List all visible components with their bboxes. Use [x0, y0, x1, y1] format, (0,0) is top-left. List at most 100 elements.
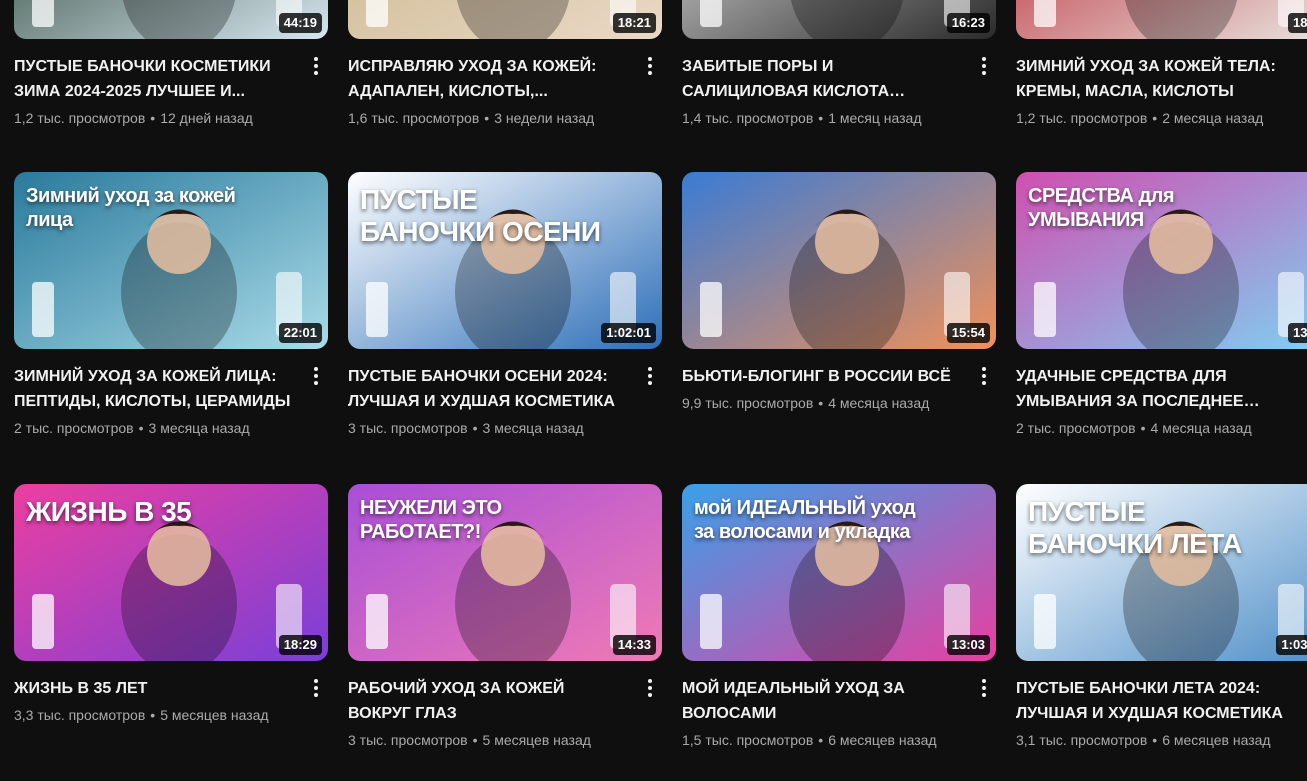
video-thumbnail[interactable]: ПУСТЫЕ БАНОЧКИ ЛЕТА 1:03:4: [1016, 484, 1307, 661]
view-count: 3 тыс. просмотров: [348, 420, 468, 436]
upload-age: 3 месяца назад: [482, 420, 584, 436]
video-card[interactable]: СРЕДСТВА для УМЫВАНИЯ 13:1 УДАЧНЫЕ СРЕДСТВ…: [1016, 172, 1307, 438]
video-title[interactable]: БЬЮТИ-БЛОГИНГ В РОССИИ ВСЁ: [682, 364, 964, 389]
video-grid: 44:19 ПУСТЫЕ БАНОЧКИ КОСМЕТИКИ ЗИМА 2024-…: [0, 0, 1307, 781]
video-card[interactable]: 18:2 ЗИМНИЙ УХОД ЗА КОЖЕЙ ТЕЛА: кремы, ма…: [1016, 0, 1307, 128]
more-vert-icon[interactable]: [638, 364, 662, 388]
video-title[interactable]: РАБОЧИЙ УХОД ЗА КОЖЕЙ ВОКРУГ ГЛАЗ: [348, 676, 630, 726]
video-card[interactable]: мой ИДЕАЛЬНЫЙ уход за волосами и укладка…: [682, 484, 996, 750]
view-count: 1,2 тыс. просмотров: [14, 110, 146, 126]
video-details: МОЙ ИДЕАЛЬНЫЙ УХОД ЗА ВОЛОСАМИ 1,5 тыс. п…: [682, 661, 996, 750]
video-title[interactable]: ИСПРАВЛЯЮ УХОД ЗА КОЖЕЙ: АДАПАЛЕН, КИСЛО…: [348, 54, 630, 104]
video-details: ПУСТЫЕ БАНОЧКИ ЛЕТА 2024: ЛУЧШАЯ И ХУДША…: [1016, 661, 1307, 750]
separator-dot: •: [472, 420, 478, 436]
video-title[interactable]: ПУСТЫЕ БАНОЧКИ ОСЕНИ 2024: лучшая и худш…: [348, 364, 630, 414]
video-stats: 3 тыс. просмотров • 3 месяца назад: [348, 418, 630, 438]
view-count: 3 тыс. просмотров: [348, 732, 468, 748]
video-card[interactable]: 18:21 ИСПРАВЛЯЮ УХОД ЗА КОЖЕЙ: АДАПАЛЕН, …: [348, 0, 662, 128]
thumbnail-caption: мой ИДЕАЛЬНЫЙ уход за волосами и укладка: [694, 497, 916, 543]
view-count: 1,6 тыс. просмотров: [348, 110, 480, 126]
video-details: ЗИМНИЙ УХОД ЗА КОЖЕЙ ТЕЛА: кремы, масла,…: [1016, 39, 1307, 128]
video-card[interactable]: НЕУЖЕЛИ ЭТО РАБОТАЕТ?! 14:33 РАБОЧИЙ УХОД …: [348, 484, 662, 750]
view-count: 1,5 тыс. просмотров: [682, 732, 814, 748]
video-thumbnail[interactable]: ЖИЗНЬ В 35 18:29: [14, 484, 328, 661]
thumbnail-caption: ПУСТЫЕ БАНОЧКИ ЛЕТА: [1028, 496, 1242, 559]
video-title[interactable]: МОЙ ИДЕАЛЬНЫЙ УХОД ЗА ВОЛОСАМИ: [682, 676, 964, 726]
more-vert-icon[interactable]: [304, 676, 328, 700]
duration-badge: 18:2: [1287, 13, 1307, 33]
thumbnail-caption: СРЕДСТВА для УМЫВАНИЯ: [1028, 185, 1175, 231]
video-stats: 3,1 тыс. просмотров • 6 месяцев назад: [1016, 730, 1298, 750]
separator-dot: •: [818, 110, 824, 126]
video-details: ЗИМНИЙ УХОД ЗА КОЖЕЙ ЛИЦА: пептиды, кисл…: [14, 349, 328, 438]
video-thumbnail[interactable]: 16:23: [682, 0, 996, 39]
upload-age: 5 месяцев назад: [160, 707, 269, 723]
video-card[interactable]: 44:19 ПУСТЫЕ БАНОЧКИ КОСМЕТИКИ ЗИМА 2024-…: [14, 0, 328, 128]
more-vert-icon[interactable]: [972, 54, 996, 78]
more-vert-icon[interactable]: [304, 364, 328, 388]
duration-badge: 44:19: [278, 13, 322, 33]
more-vert-icon[interactable]: [638, 54, 662, 78]
video-title[interactable]: ПУСТЫЕ БАНОЧКИ ЛЕТА 2024: ЛУЧШАЯ И ХУДША…: [1016, 676, 1298, 726]
view-count: 3,3 тыс. просмотров: [14, 707, 146, 723]
view-count: 2 тыс. просмотров: [1016, 420, 1136, 436]
video-thumbnail[interactable]: 18:2: [1016, 0, 1307, 39]
more-vert-icon[interactable]: [304, 54, 328, 78]
upload-age: 4 месяца назад: [1150, 420, 1252, 436]
video-thumbnail[interactable]: 18:21: [348, 0, 662, 39]
duration-badge: 13:1: [1287, 323, 1307, 343]
duration-badge: 18:29: [278, 635, 322, 655]
thumbnail-caption: ЖИЗНЬ В 35: [26, 496, 192, 527]
video-card[interactable]: 15:54 БЬЮТИ-БЛОГИНГ В РОССИИ ВСЁ 9,9 тыс. …: [682, 172, 996, 413]
video-thumbnail[interactable]: мой ИДЕАЛЬНЫЙ уход за волосами и укладка…: [682, 484, 996, 661]
video-title[interactable]: ЗИМНИЙ УХОД ЗА КОЖЕЙ ТЕЛА: кремы, масла,…: [1016, 54, 1298, 104]
video-thumbnail[interactable]: 44:19: [14, 0, 328, 39]
separator-dot: •: [1152, 110, 1158, 126]
upload-age: 12 дней назад: [160, 110, 253, 126]
video-card[interactable]: ПУСТЫЕ БАНОЧКИ ОСЕНИ 1:02:01 ПУСТЫЕ БАНОЧК…: [348, 172, 662, 438]
video-card[interactable]: 16:23 ЗАБИТЫЕ ПОРЫ И САЛИЦИЛОВАЯ КИСЛОТА …: [682, 0, 996, 128]
thumbnail-caption: Зимний уход за кожей лица: [26, 185, 236, 231]
view-count: 3,1 тыс. просмотров: [1016, 732, 1148, 748]
thumbnail-caption: НЕУЖЕЛИ ЭТО РАБОТАЕТ?!: [360, 497, 502, 543]
video-title[interactable]: ЖИЗНЬ В 35 ЛЕТ: [14, 676, 296, 701]
upload-age: 1 месяц назад: [828, 110, 922, 126]
video-title[interactable]: ЗИМНИЙ УХОД ЗА КОЖЕЙ ЛИЦА: пептиды, кисл…: [14, 364, 296, 414]
upload-age: 6 месяцев назад: [1162, 732, 1271, 748]
video-details: ЖИЗНЬ В 35 ЛЕТ 3,3 тыс. просмотров • 5 меся…: [14, 661, 328, 725]
more-vert-icon[interactable]: [972, 676, 996, 700]
video-stats: 2 тыс. просмотров • 3 месяца назад: [14, 418, 296, 438]
video-thumbnail[interactable]: 15:54: [682, 172, 996, 349]
separator-dot: •: [150, 707, 156, 723]
video-thumbnail[interactable]: СРЕДСТВА для УМЫВАНИЯ 13:1: [1016, 172, 1307, 349]
video-title[interactable]: ЗАБИТЫЕ ПОРЫ И САЛИЦИЛОВАЯ КИСЛОТА Paula…: [682, 54, 964, 104]
video-thumbnail[interactable]: НЕУЖЕЛИ ЭТО РАБОТАЕТ?! 14:33: [348, 484, 662, 661]
video-details: ПУСТЫЕ БАНОЧКИ ОСЕНИ 2024: лучшая и худш…: [348, 349, 662, 438]
duration-badge: 18:21: [612, 13, 656, 33]
video-card[interactable]: Зимний уход за кожей лица 22:01 ЗИМНИЙ УХО…: [14, 172, 328, 438]
duration-badge: 14:33: [612, 635, 656, 655]
thumbnail-caption: ПУСТЫЕ БАНОЧКИ ОСЕНИ: [360, 184, 601, 247]
duration-badge: 13:03: [946, 635, 990, 655]
more-vert-icon[interactable]: [638, 676, 662, 700]
video-details: ПУСТЫЕ БАНОЧКИ КОСМЕТИКИ ЗИМА 2024-2025 …: [14, 39, 328, 128]
video-title[interactable]: ПУСТЫЕ БАНОЧКИ КОСМЕТИКИ ЗИМА 2024-2025 …: [14, 54, 296, 104]
thumbnail-image: [1016, 0, 1307, 39]
separator-dot: •: [472, 732, 478, 748]
duration-badge: 1:03:4: [1276, 635, 1307, 655]
video-stats: 1,5 тыс. просмотров • 6 месяцев назад: [682, 730, 964, 750]
separator-dot: •: [818, 395, 824, 411]
duration-badge: 15:54: [946, 323, 990, 343]
video-details: УДАЧНЫЕ СРЕДСТВА ДЛЯ УМЫВАНИЯ за последн…: [1016, 349, 1307, 438]
video-thumbnail[interactable]: ПУСТЫЕ БАНОЧКИ ОСЕНИ 1:02:01: [348, 172, 662, 349]
separator-dot: •: [818, 732, 824, 748]
duration-badge: 1:02:01: [601, 323, 656, 343]
video-stats: 1,6 тыс. просмотров • 3 недели назад: [348, 108, 630, 128]
separator-dot: •: [1152, 732, 1158, 748]
video-title[interactable]: УДАЧНЫЕ СРЕДСТВА ДЛЯ УМЫВАНИЯ за последн…: [1016, 364, 1298, 414]
video-thumbnail[interactable]: Зимний уход за кожей лица 22:01: [14, 172, 328, 349]
video-card[interactable]: ПУСТЫЕ БАНОЧКИ ЛЕТА1:03:4ПУСТЫЕ БАНОЧКИ …: [1016, 484, 1307, 750]
view-count: 1,4 тыс. просмотров: [682, 110, 814, 126]
video-card[interactable]: ЖИЗНЬ В 35 18:29 ЖИЗНЬ В 35 ЛЕТ 3,3 тыс. пр…: [14, 484, 328, 725]
more-vert-icon[interactable]: [972, 364, 996, 388]
